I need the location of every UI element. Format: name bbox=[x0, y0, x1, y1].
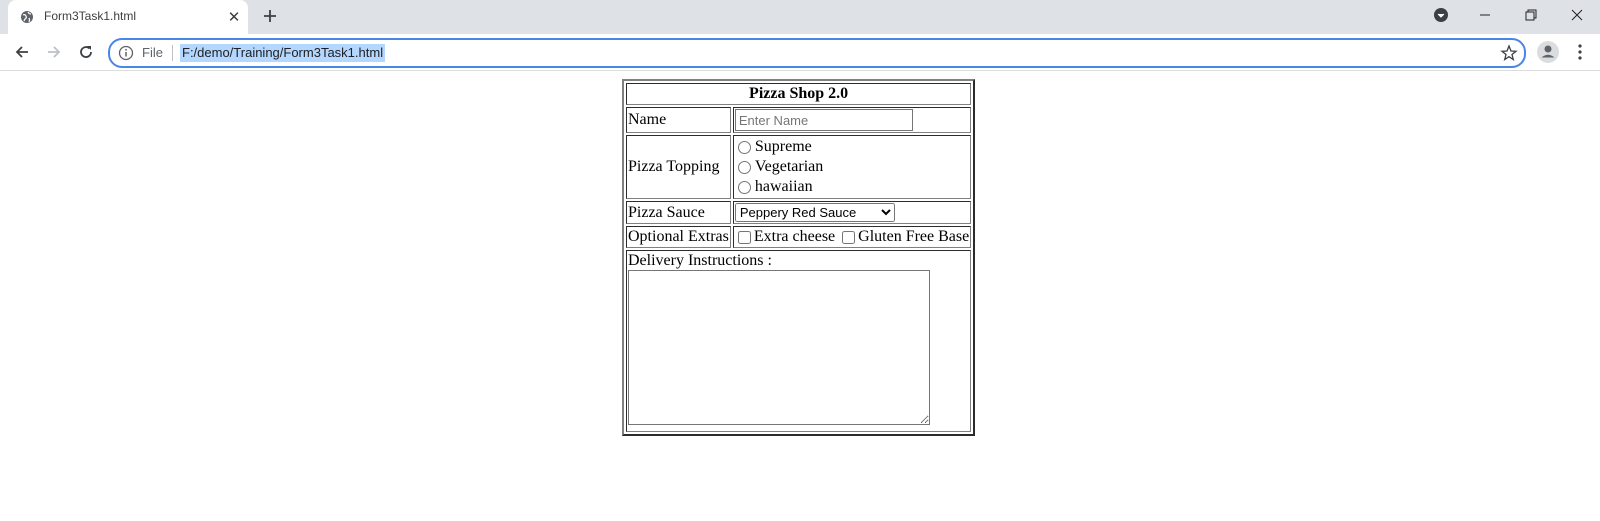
delivery-instructions-textarea[interactable] bbox=[628, 270, 930, 425]
minimize-button[interactable] bbox=[1462, 0, 1508, 30]
address-bar[interactable]: File F:/demo/Training/Form3Task1.html bbox=[108, 38, 1526, 68]
extra-cheese-checkbox[interactable] bbox=[737, 230, 751, 244]
topping-options: Supreme Vegetarian hawaiian bbox=[732, 135, 972, 199]
globe-icon bbox=[20, 10, 34, 24]
profile-avatar-icon[interactable] bbox=[1536, 40, 1560, 64]
reload-button[interactable] bbox=[74, 40, 98, 64]
tab-strip: Form3Task1.html ✕ bbox=[0, 0, 1600, 34]
gluten-free-label: Gluten Free Base bbox=[858, 228, 970, 245]
back-button[interactable] bbox=[10, 40, 34, 64]
topping-radio-vegetarian[interactable] bbox=[737, 160, 751, 174]
sauce-label: Pizza Sauce bbox=[626, 201, 731, 224]
new-tab-button[interactable] bbox=[260, 6, 280, 26]
url-text[interactable]: F:/demo/Training/Form3Task1.html bbox=[180, 44, 386, 62]
info-icon[interactable] bbox=[118, 45, 134, 61]
topping-radio-supreme[interactable] bbox=[737, 140, 751, 154]
bookmark-star-icon[interactable] bbox=[1500, 44, 1518, 62]
tab-title: Form3Task1.html bbox=[44, 9, 137, 23]
extras-label: Optional Extras bbox=[626, 226, 731, 248]
browser-tab[interactable]: Form3Task1.html ✕ bbox=[8, 0, 248, 34]
topping-label-supreme: Supreme bbox=[754, 138, 812, 155]
sauce-cell: Peppery Red Sauce bbox=[732, 201, 972, 224]
topping-label-hawaiian: hawaiian bbox=[754, 178, 813, 195]
page-content: Pizza Shop 2.0 Name Pizza Topping Suprem… bbox=[0, 71, 1600, 521]
topping-option-vegetarian: Vegetarian bbox=[735, 157, 969, 177]
extra-cheese-label: Extra cheese bbox=[753, 228, 836, 245]
extras-options: Extra cheese Gluten Free Base bbox=[735, 228, 969, 246]
form-heading: Pizza Shop 2.0 bbox=[626, 83, 972, 105]
close-window-button[interactable] bbox=[1554, 0, 1600, 30]
topping-option-hawaiian: hawaiian bbox=[735, 177, 969, 197]
restore-button[interactable] bbox=[1508, 0, 1554, 30]
delivery-cell: Delivery Instructions : bbox=[626, 250, 972, 432]
name-cell bbox=[732, 107, 972, 133]
url-separator bbox=[172, 45, 173, 61]
forward-button[interactable] bbox=[42, 40, 66, 64]
delivery-label: Delivery Instructions : bbox=[628, 252, 772, 269]
topping-option-supreme: Supreme bbox=[735, 137, 969, 157]
url-scheme-label: File bbox=[142, 45, 163, 60]
topping-radio-hawaiian[interactable] bbox=[737, 180, 751, 194]
extras-cell: Extra cheese Gluten Free Base bbox=[732, 226, 972, 248]
browser-toolbar: File F:/demo/Training/Form3Task1.html bbox=[0, 34, 1600, 71]
more-menu-icon[interactable] bbox=[1568, 40, 1592, 64]
topping-label: Pizza Topping bbox=[626, 135, 731, 199]
sauce-select[interactable]: Peppery Red Sauce bbox=[734, 203, 895, 222]
tab-search-icon[interactable] bbox=[1418, 0, 1464, 30]
gluten-free-checkbox[interactable] bbox=[842, 230, 856, 244]
topping-label-vegetarian: Vegetarian bbox=[754, 158, 824, 175]
close-tab-icon[interactable]: ✕ bbox=[226, 9, 242, 26]
name-input[interactable] bbox=[734, 109, 913, 131]
pizza-order-form: Pizza Shop 2.0 Name Pizza Topping Suprem… bbox=[622, 79, 976, 436]
name-label: Name bbox=[626, 107, 731, 133]
